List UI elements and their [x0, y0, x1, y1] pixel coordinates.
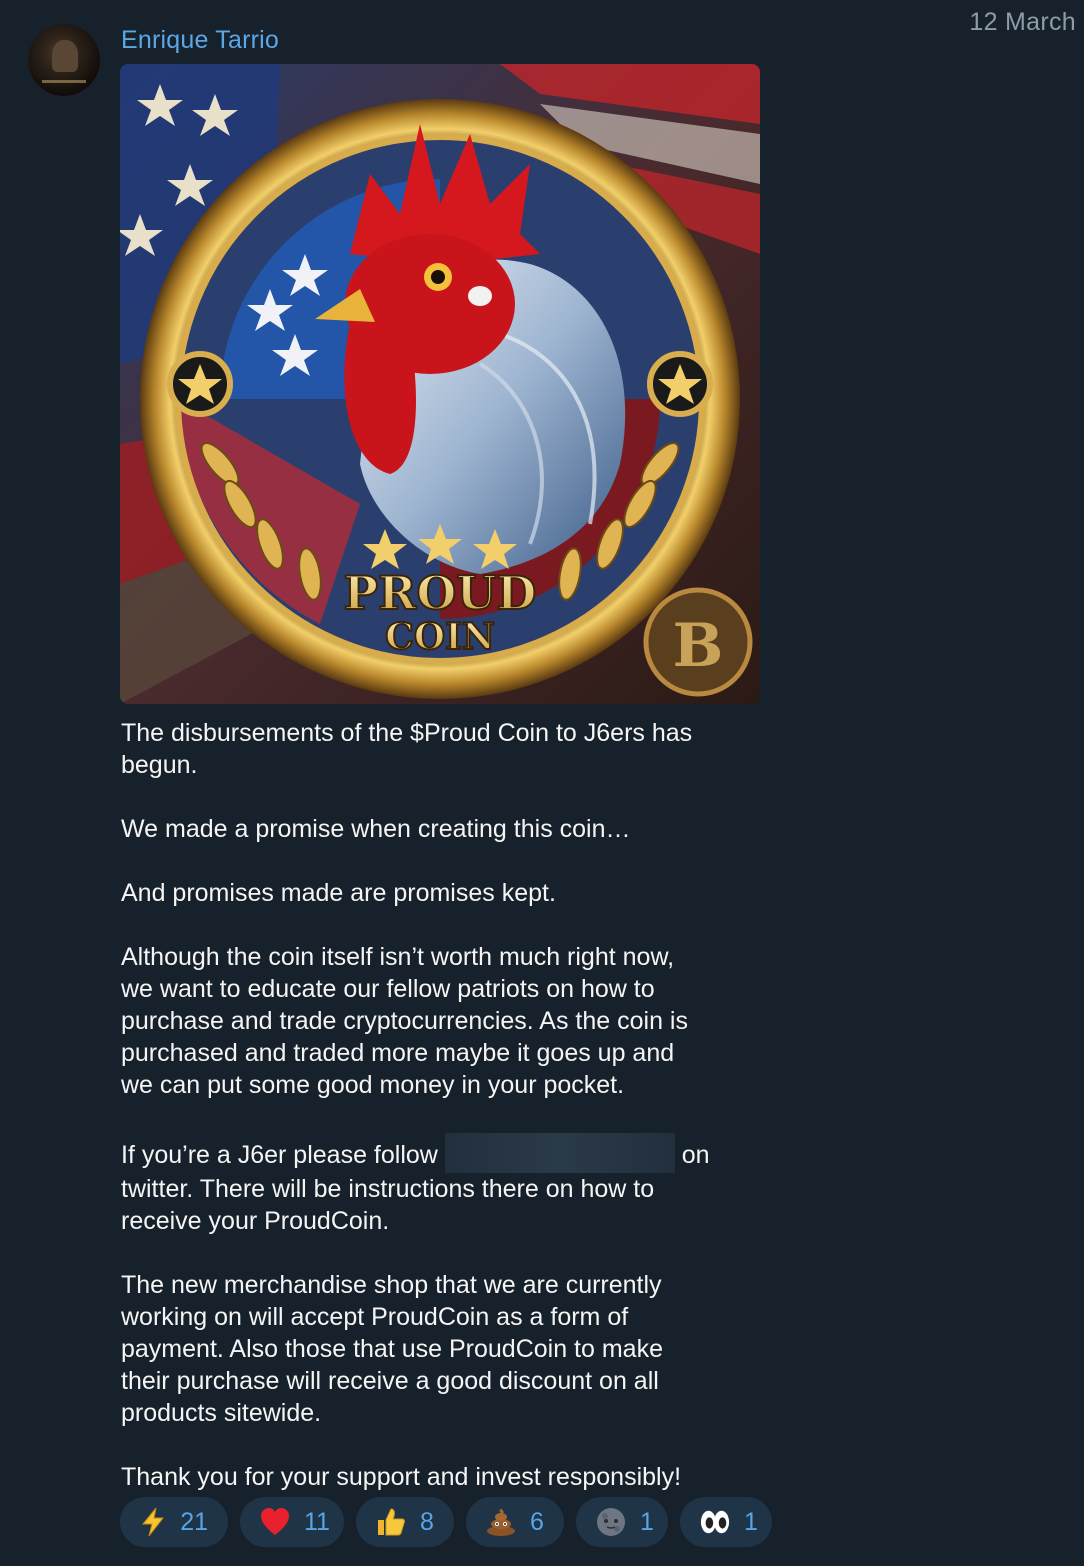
reaction-count: 21: [180, 1507, 208, 1536]
reactions-bar: 21 11 8 6 1 1: [120, 1497, 772, 1547]
avatar[interactable]: [28, 24, 100, 96]
reaction-lightning[interactable]: 21: [120, 1497, 228, 1547]
reaction-new-moon-face[interactable]: 1: [576, 1497, 668, 1547]
coin-text-line2: COIN: [385, 616, 495, 658]
proud-coin-image: PROUD COIN B: [120, 64, 760, 704]
reaction-thumbs-up[interactable]: 8: [356, 1497, 454, 1547]
thumbs-up-icon: [376, 1507, 406, 1537]
new-moon-face-icon: [596, 1507, 626, 1537]
paragraph: Although the coin itself isn’t worth muc…: [121, 943, 688, 1099]
reaction-eyes[interactable]: 1: [680, 1497, 772, 1547]
reaction-poop[interactable]: 6: [466, 1497, 564, 1547]
paragraph: And promises made are promises kept.: [121, 879, 556, 907]
avatar-figure: [52, 40, 78, 72]
reaction-count: 6: [530, 1507, 544, 1536]
heart-icon: [260, 1507, 290, 1537]
chat-view: 12 March Enrique Tarrio PROUD COIN B The…: [0, 0, 1084, 1566]
paragraph: Thank you for your support and invest re…: [121, 1463, 682, 1491]
sender-name[interactable]: Enrique Tarrio: [121, 26, 279, 55]
reaction-count: 1: [640, 1507, 654, 1536]
follow-paragraph: If you’re a J6er please follow on twitte…: [121, 1133, 761, 1237]
follow-text-rest: twitter. There will be instructions ther…: [121, 1175, 655, 1235]
follow-text-before: If you’re a J6er please follow: [121, 1141, 438, 1169]
message-photo[interactable]: PROUD COIN B: [120, 64, 760, 704]
reaction-count: 1: [744, 1507, 758, 1536]
message-text: The disbursements of the $Proud Coin to …: [121, 717, 761, 1493]
reaction-count: 8: [420, 1507, 434, 1536]
reaction-heart[interactable]: 11: [240, 1497, 344, 1547]
reaction-count: 11: [304, 1507, 330, 1536]
paragraph: The new merchandise shop that we are cur…: [121, 1271, 663, 1427]
lightning-icon: [140, 1507, 166, 1537]
badge-letter: B: [673, 611, 724, 681]
follow-text-after: on: [681, 1141, 710, 1169]
eyes-icon: [700, 1507, 730, 1537]
redacted-handle: [444, 1133, 675, 1173]
avatar-caption-strip: [42, 80, 86, 83]
coin-text-line1: PROUD: [344, 566, 537, 620]
date-separator: 12 March: [969, 8, 1076, 36]
paragraph: We made a promise when creating this coi…: [121, 815, 631, 843]
poop-icon: [486, 1507, 516, 1537]
paragraph: The disbursements of the $Proud Coin to …: [121, 719, 693, 779]
